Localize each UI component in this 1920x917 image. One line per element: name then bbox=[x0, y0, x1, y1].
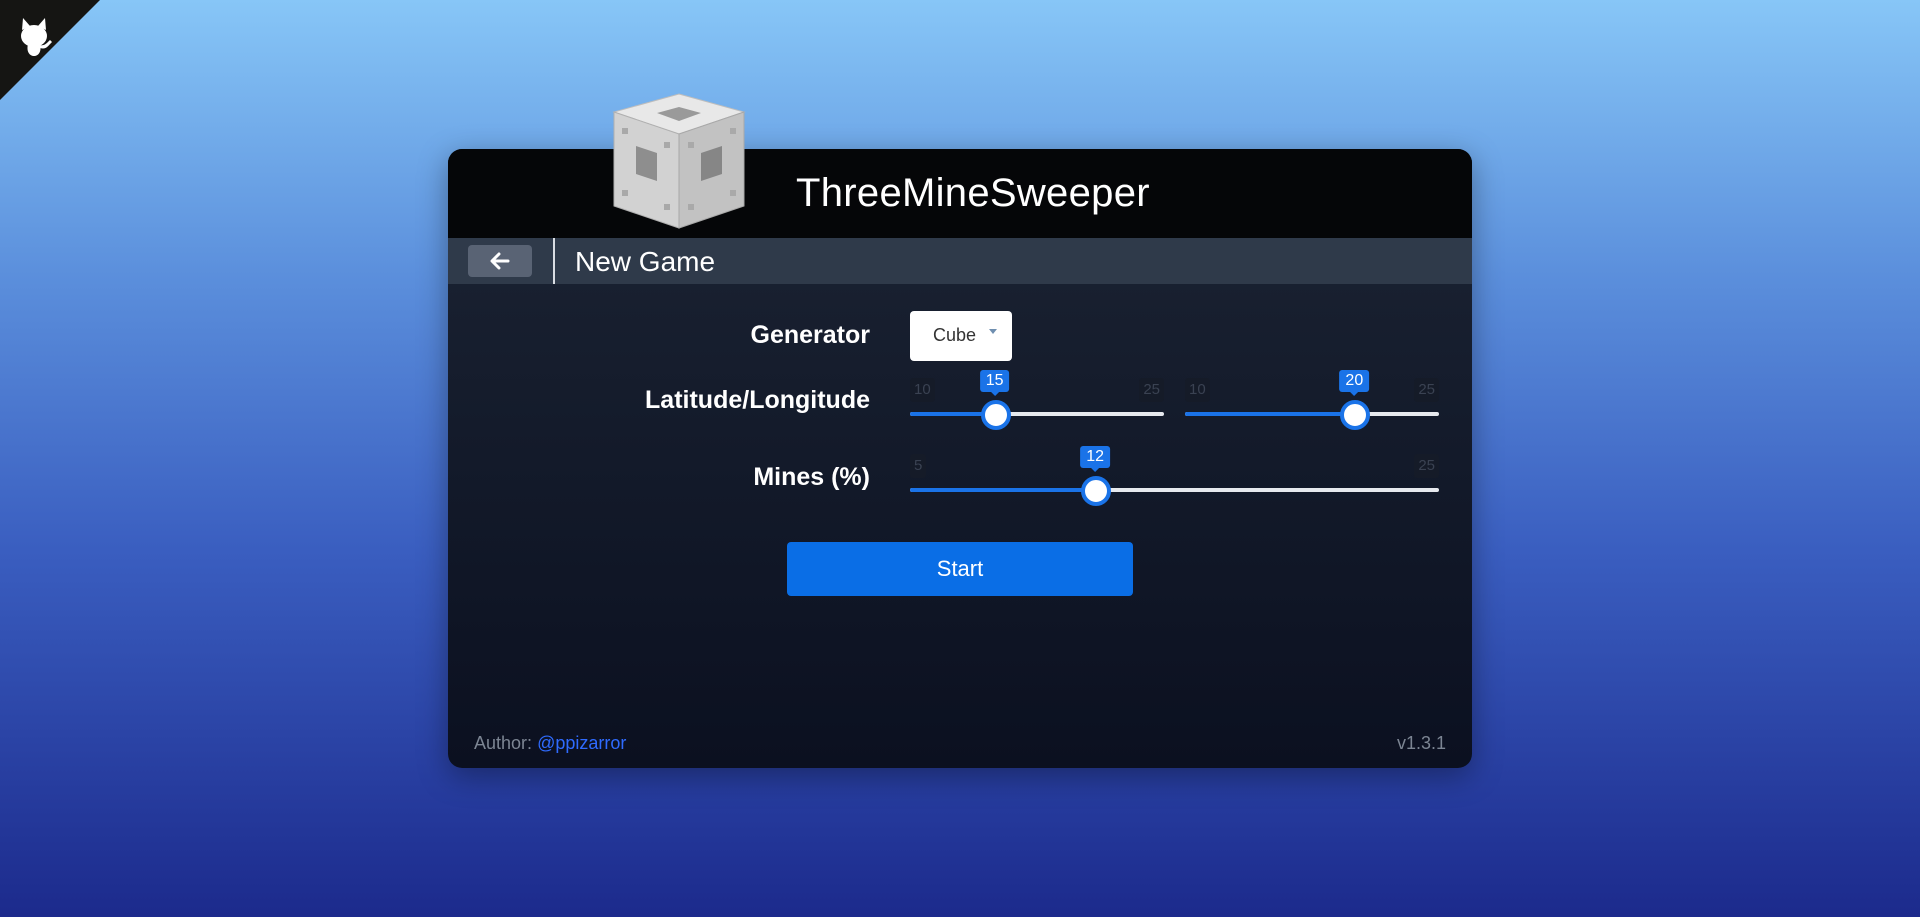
generator-label: Generator bbox=[750, 321, 870, 349]
latitude-max-label: 25 bbox=[1139, 378, 1164, 402]
version-label: v1.3.1 bbox=[1396, 733, 1446, 753]
page-title: New Game bbox=[575, 246, 716, 277]
subbar-divider bbox=[553, 238, 555, 284]
longitude-slider[interactable]: 10 25 20 bbox=[1185, 370, 1439, 438]
arrow-left-icon bbox=[490, 252, 510, 270]
longitude-handle[interactable] bbox=[1340, 400, 1371, 430]
latitude-value-bubble: 15 bbox=[979, 370, 1010, 396]
subbar: New Game bbox=[448, 238, 1472, 284]
author-prefix: Author: bbox=[474, 733, 533, 753]
back-button[interactable] bbox=[468, 245, 532, 277]
start-button[interactable]: Start bbox=[787, 542, 1133, 596]
chevron-down-icon bbox=[989, 329, 997, 334]
longitude-fill bbox=[1185, 412, 1355, 416]
app-title: ThreeMineSweeper bbox=[796, 171, 1150, 215]
menger-cube-logo bbox=[612, 93, 746, 229]
mines-fill bbox=[910, 488, 1096, 492]
longitude-max-label: 25 bbox=[1414, 378, 1439, 402]
footer-author: Author: @ppizarror bbox=[474, 733, 626, 754]
author-link[interactable]: @ppizarror bbox=[537, 733, 626, 753]
longitude-min-label: 10 bbox=[1185, 378, 1210, 402]
generator-select-value: Cube bbox=[933, 325, 977, 345]
mines-label: Mines (%) bbox=[753, 463, 870, 491]
longitude-value-bubble: 20 bbox=[1339, 370, 1370, 396]
github-octocat-icon bbox=[0, 0, 100, 100]
mines-handle[interactable] bbox=[1081, 476, 1112, 506]
new-game-panel: ThreeMineSweeper New Game Generator Cube… bbox=[448, 149, 1472, 768]
generator-select[interactable]: Cube bbox=[910, 311, 1012, 361]
mines-value-bubble: 12 bbox=[1080, 446, 1111, 472]
latitude-slider[interactable]: 10 25 15 bbox=[910, 370, 1164, 438]
mines-max-label: 25 bbox=[1414, 454, 1439, 478]
mines-slider[interactable]: 5 25 12 bbox=[910, 446, 1439, 514]
latitude-handle[interactable] bbox=[980, 400, 1011, 430]
latitude-min-label: 10 bbox=[910, 378, 935, 402]
app-header: ThreeMineSweeper bbox=[448, 149, 1472, 238]
mines-min-label: 5 bbox=[910, 454, 927, 478]
latlon-label: Latitude/Longitude bbox=[645, 386, 870, 414]
github-corner-link[interactable] bbox=[0, 0, 100, 100]
